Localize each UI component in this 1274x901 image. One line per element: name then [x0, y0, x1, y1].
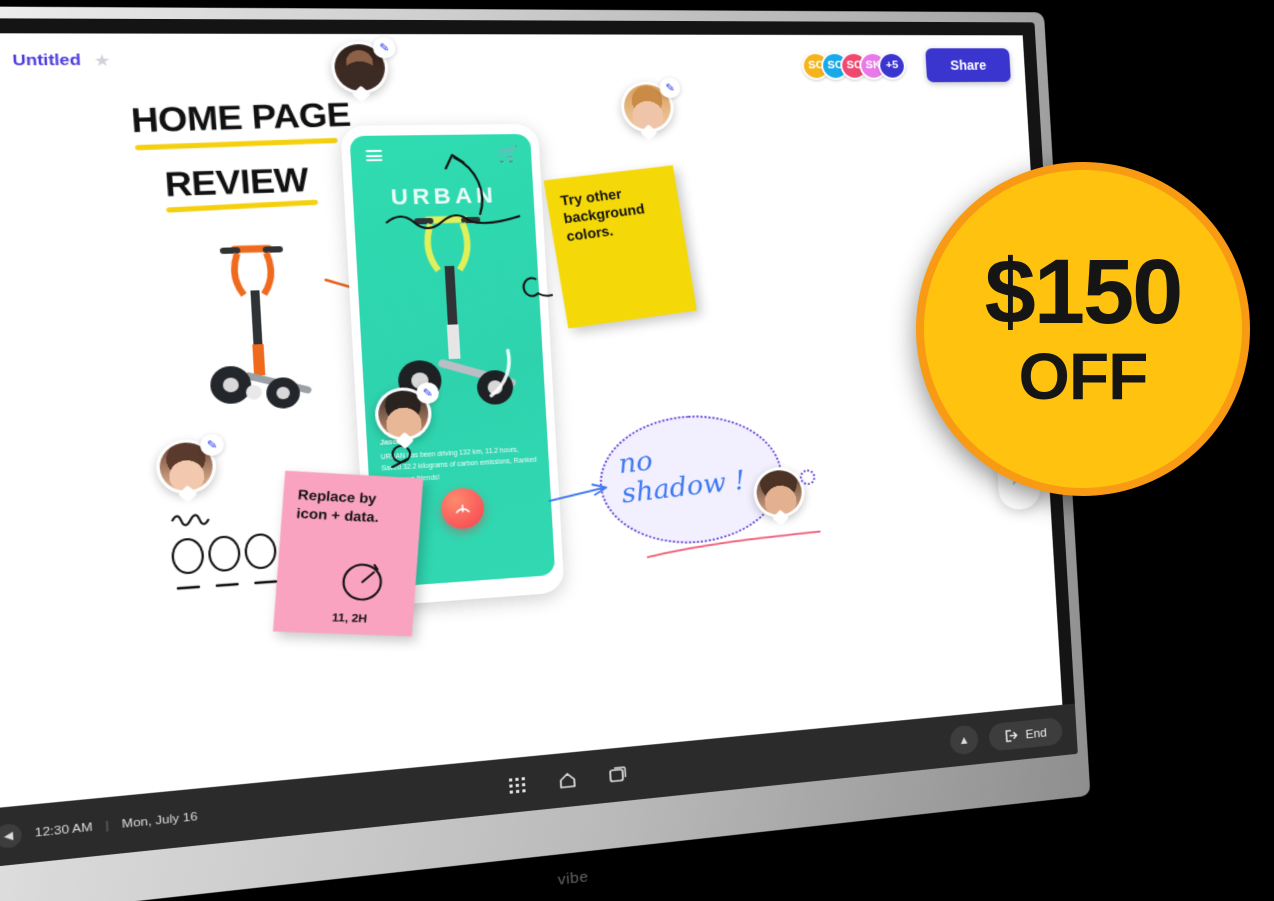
avatar-pin[interactable]: ✎	[620, 81, 675, 132]
blue-annotation-arrow	[546, 481, 611, 509]
avatar	[374, 386, 433, 442]
end-session-button[interactable]: End	[988, 717, 1063, 752]
letter-a-doodle	[517, 271, 554, 302]
display-panel: Untitled ★ SC SC SC SK +5 Share HOME PAG…	[0, 18, 1078, 868]
pen-badge-icon[interactable]: ✎	[199, 433, 224, 456]
star-icon[interactable]: ★	[93, 50, 111, 71]
phone-scooter-image	[373, 200, 545, 417]
avatar	[330, 41, 390, 94]
phone-mockup[interactable]: 🛒 URBAN Jason URBAN has been driving 132…	[340, 124, 564, 607]
sticky-note-pink-text: Replace by icon + data.	[296, 487, 379, 525]
screenshot-root: Untitled ★ SC SC SC SK +5 Share HOME PAG…	[0, 0, 1274, 901]
heading-line-1: HOME PAGE	[130, 95, 352, 141]
status-bar-left: ◀ 12:30 AM | Mon, July 16	[0, 805, 198, 851]
system-date: Mon, July 16	[122, 811, 198, 831]
shopping-cart-icon[interactable]: 🛒	[497, 144, 519, 164]
page-title: HOME PAGE REVIEW	[130, 97, 355, 203]
status-bar-right: ▲ End	[949, 716, 1063, 755]
home-icon[interactable]	[554, 767, 580, 794]
speedometer-icon[interactable]	[440, 487, 485, 530]
share-button[interactable]: Share	[925, 48, 1011, 82]
phone-stats-copy: Jason URBAN has been driving 132 km, 11.…	[380, 430, 540, 487]
orange-annotation-arrow	[321, 266, 444, 331]
avatar-pin-tail	[178, 485, 197, 503]
chevron-up-icon[interactable]: ▲	[949, 724, 979, 755]
scooter-product-image[interactable]	[195, 229, 329, 415]
phone-brand-text: URBAN	[352, 182, 534, 212]
avatar-pin[interactable]: ✎	[155, 438, 218, 496]
recents-icon[interactable]	[604, 762, 630, 788]
page-indicator: 1 / 5	[554, 761, 580, 778]
avatar	[155, 438, 218, 496]
chevron-left-icon[interactable]: ‹	[525, 762, 532, 783]
circles-doodle	[165, 504, 295, 606]
avatar-pin-tail	[352, 85, 371, 102]
collaboration-bar: SC SC SC SK +5 Share	[801, 48, 1011, 82]
heading-line-2: REVIEW	[163, 159, 355, 205]
document-header: Untitled ★	[0, 50, 111, 71]
sticky-note-yellow[interactable]: Try other background colors.	[544, 165, 697, 328]
strike-through-doodle	[383, 204, 523, 235]
pen-badge-icon[interactable]: ✎	[416, 382, 440, 404]
grid-apps-icon[interactable]	[504, 772, 531, 799]
pen-badge-icon[interactable]: ✎	[659, 78, 681, 99]
phone-stat-name: Jason	[380, 430, 537, 451]
sticky-note-pink[interactable]: Replace by icon + data. 11, 2H	[273, 471, 423, 637]
back-triangle-icon[interactable]: ◀	[0, 823, 22, 849]
end-session-label: End	[1025, 725, 1047, 741]
display-bezel: Untitled ★ SC SC SC SK +5 Share HOME PAG…	[0, 6, 1090, 901]
letter-o-doodle	[388, 440, 418, 468]
document-title[interactable]: Untitled	[12, 51, 81, 70]
promo-amount: $150	[985, 249, 1182, 336]
promo-label: OFF	[1019, 343, 1148, 409]
selection-dot-badge	[799, 469, 815, 485]
android-navigation-bar	[504, 762, 630, 799]
avatar-pin[interactable]: ✎	[374, 386, 433, 442]
collaborator-overflow-chip[interactable]: +5	[878, 52, 907, 79]
clock-doodle-label: 11, 2H	[331, 611, 367, 627]
hamburger-menu-icon[interactable]	[366, 150, 383, 161]
collaborator-avatars[interactable]: SC SC SC SK +5	[801, 52, 906, 80]
exit-icon	[1004, 728, 1019, 743]
clock-doodle-icon	[335, 555, 389, 604]
curved-annotation-arrow	[434, 146, 498, 219]
heading-underline-2	[166, 200, 318, 213]
pen-badge-icon[interactable]: ✎	[372, 37, 396, 58]
phone-screen: 🛒 URBAN Jason URBAN has been driving 132…	[349, 134, 555, 588]
interactive-display-device: Untitled ★ SC SC SC SK +5 Share HOME PAG…	[0, 0, 1110, 880]
avatar-pin-tail	[396, 432, 414, 449]
avatar-pin[interactable]: ✎	[330, 41, 390, 94]
status-separator: |	[105, 820, 109, 833]
heading-underline-1	[135, 138, 338, 151]
phone-stat-text: URBAN has been driving 132 km, 11.2 hour…	[381, 447, 537, 485]
system-time: 12:30 AM	[34, 821, 92, 840]
avatar-pin[interactable]	[752, 466, 806, 520]
promo-badge[interactable]: $150 OFF	[916, 162, 1250, 496]
handwriting-text: no shadow !	[617, 437, 747, 509]
